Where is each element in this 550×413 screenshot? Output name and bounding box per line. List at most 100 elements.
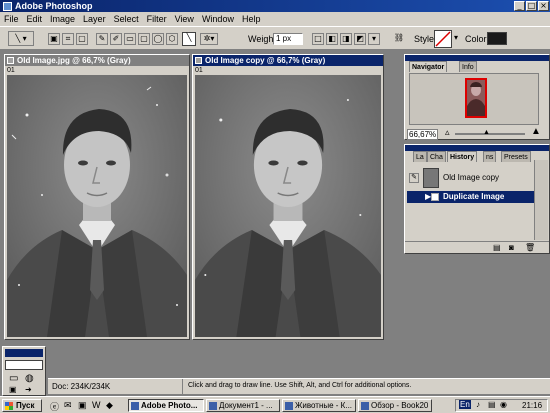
weight-input[interactable]: 1 px — [273, 33, 303, 45]
menu-window[interactable]: Window — [202, 14, 234, 24]
zoom-slider[interactable]: ▲ — [455, 129, 525, 136]
close-button[interactable]: × — [538, 1, 549, 11]
rounded-rectangle-icon[interactable]: ▢ — [138, 33, 150, 45]
menu-view[interactable]: View — [175, 14, 194, 24]
start-label: Пуск — [16, 401, 35, 410]
language-indicator[interactable]: En — [459, 400, 471, 409]
document-icon — [7, 57, 14, 64]
quicklaunch-mail-icon[interactable]: ✉ — [64, 400, 72, 411]
document-title-bar-active[interactable]: Old Image copy @ 66,7% (Gray) — [193, 55, 383, 66]
new-document-icon[interactable]: ▤ — [493, 243, 501, 252]
navigator-zoom-field[interactable]: 66,67% — [407, 129, 439, 140]
system-tray: En ♪ ▤ ◉ 21:16 — [455, 399, 548, 412]
task-animals[interactable]: Животные - К... — [282, 399, 356, 412]
document-title: Old Image copy @ 66,7% (Gray) — [205, 56, 326, 65]
history-item-label: Old Image copy — [443, 173, 500, 182]
navigator-preview-area — [409, 73, 539, 125]
menu-edit[interactable]: Edit — [27, 14, 43, 24]
subtract-area-icon[interactable]: ◧ — [326, 33, 338, 45]
color-label: Color: — [465, 34, 490, 44]
menu-help[interactable]: Help — [242, 14, 261, 24]
line-tool-icon[interactable]: ╲ — [182, 32, 196, 46]
menu-filter[interactable]: Filter — [147, 14, 167, 24]
shape-layer-icon[interactable]: ▣ — [48, 33, 60, 45]
add-shape-area-icon[interactable]: □ — [312, 33, 324, 45]
snapshot-thumbnail — [423, 168, 439, 188]
document-window-copy[interactable]: Old Image copy @ 66,7% (Gray) 01 — [192, 54, 384, 340]
tray-app-icon[interactable]: ◉ — [500, 400, 507, 409]
tab-actions[interactable]: ns — [483, 151, 497, 162]
exclude-overlap-icon[interactable]: ◩ — [354, 33, 366, 45]
new-snapshot-icon[interactable]: ◙ — [509, 243, 514, 252]
zoom-slider-thumb[interactable]: ▲ — [483, 129, 490, 136]
task-label: Животные - К... — [295, 401, 353, 410]
ruler-label: 01 — [195, 67, 203, 74]
tab-info[interactable]: Info — [459, 61, 477, 72]
maximize-button[interactable]: □ — [526, 1, 537, 11]
paths-icon[interactable]: ⌗ — [62, 33, 74, 45]
color-swatch[interactable] — [487, 32, 507, 45]
word-task-icon — [209, 402, 217, 410]
tab-presets[interactable]: Presets — [501, 151, 531, 162]
history-item-selected[interactable]: ▶ Duplicate Image — [407, 191, 537, 203]
task-label: Обзор - Book20 — [371, 401, 429, 410]
minimize-button[interactable]: _ — [514, 1, 525, 11]
tab-history[interactable]: History — [447, 151, 478, 162]
task-label: Документ1 - ... — [219, 401, 273, 410]
tab-layers[interactable]: La — [413, 151, 427, 162]
tab-channels[interactable]: Cha — [427, 151, 446, 162]
app-title: Adobe Photoshop — [15, 1, 93, 11]
menu-file[interactable]: File — [4, 14, 19, 24]
options-bar: ╲ ▾ ▣ ⌗ ▢ ✎ ✐ ▭ ▢ ◯ ⬡ ╲ ✲▾ Weight: 1 px … — [0, 26, 550, 50]
portrait-photo-copy[interactable] — [195, 75, 381, 337]
menu-image[interactable]: Image — [50, 14, 75, 24]
navigator-thumbnail[interactable] — [465, 78, 487, 118]
task-photoshop[interactable]: Adobe Photo... — [128, 399, 204, 412]
task-document[interactable]: Документ1 - ... — [206, 399, 280, 412]
doc-size-readout[interactable]: Doc: 234K/234K — [52, 382, 110, 391]
document-icon — [431, 193, 439, 201]
toolbox-titlebar[interactable] — [5, 349, 43, 357]
history-brush-source-icon[interactable]: ✎ — [409, 173, 419, 183]
style-dropdown-icon[interactable]: ▾ — [452, 33, 460, 45]
portrait-photo-original[interactable] — [7, 75, 187, 337]
tray-volume-icon[interactable]: ♪ — [476, 400, 480, 409]
history-scrollbar[interactable] — [534, 160, 548, 240]
custom-shape-icon[interactable]: ✲▾ — [200, 33, 218, 45]
quicklaunch-ie-icon[interactable]: ⓔ — [50, 400, 59, 413]
start-button[interactable]: Пуск — [2, 399, 42, 412]
task-label: Adobe Photo... — [141, 401, 198, 410]
standard-mode-icon[interactable]: ▭ — [9, 373, 18, 384]
intersect-area-icon[interactable]: ◨ — [340, 33, 352, 45]
rectangle-tool-icon[interactable]: ▭ — [124, 33, 136, 45]
menu-layer[interactable]: Layer — [83, 14, 106, 24]
quicklaunch-app-icon[interactable]: ◆ — [106, 400, 113, 411]
polygon-tool-icon[interactable]: ⬡ — [166, 33, 178, 45]
document-window-original[interactable]: Old Image.jpg @ 66,7% (Gray) 01 — [4, 54, 190, 340]
style-swatch[interactable] — [434, 30, 452, 48]
pen-icon[interactable]: ✎ — [96, 33, 108, 45]
tab-navigator[interactable]: Navigator — [409, 61, 448, 72]
tray-network-icon[interactable]: ▤ — [488, 400, 496, 409]
quicklaunch-desktop-icon[interactable]: ▣ — [78, 400, 87, 411]
arrowheads-icon[interactable]: ▾ — [368, 33, 380, 45]
freeform-pen-icon[interactable]: ✐ — [110, 33, 122, 45]
quicklaunch-word-icon[interactable]: W — [92, 400, 101, 410]
jump-to-imageready-icon[interactable]: ➜ — [25, 385, 32, 394]
link-icon[interactable]: ⛓ — [393, 33, 405, 45]
screen-mode-icon[interactable]: ▣ — [9, 385, 17, 394]
menu-bar: File Edit Image Layer Select Filter View… — [0, 12, 550, 26]
document-title-bar[interactable]: Old Image.jpg @ 66,7% (Gray) — [5, 55, 189, 66]
tool-preset-picker[interactable]: ╲ ▾ — [8, 31, 34, 46]
screen-mode-swatch[interactable] — [5, 360, 43, 370]
fill-pixels-icon[interactable]: ▢ — [76, 33, 88, 45]
zoom-out-icon[interactable]: ▵ — [445, 127, 450, 138]
quickmask-icon[interactable]: ◍ — [25, 373, 34, 384]
trash-icon[interactable]: 🗑 — [525, 243, 535, 252]
menu-select[interactable]: Select — [114, 14, 139, 24]
task-book[interactable]: Обзор - Book20 — [358, 399, 432, 412]
zoom-in-icon[interactable]: ▲ — [531, 126, 541, 137]
ellipse-tool-icon[interactable]: ◯ — [152, 33, 164, 45]
history-snapshot[interactable]: ✎ Old Image copy — [407, 167, 537, 189]
status-divider — [182, 379, 183, 394]
